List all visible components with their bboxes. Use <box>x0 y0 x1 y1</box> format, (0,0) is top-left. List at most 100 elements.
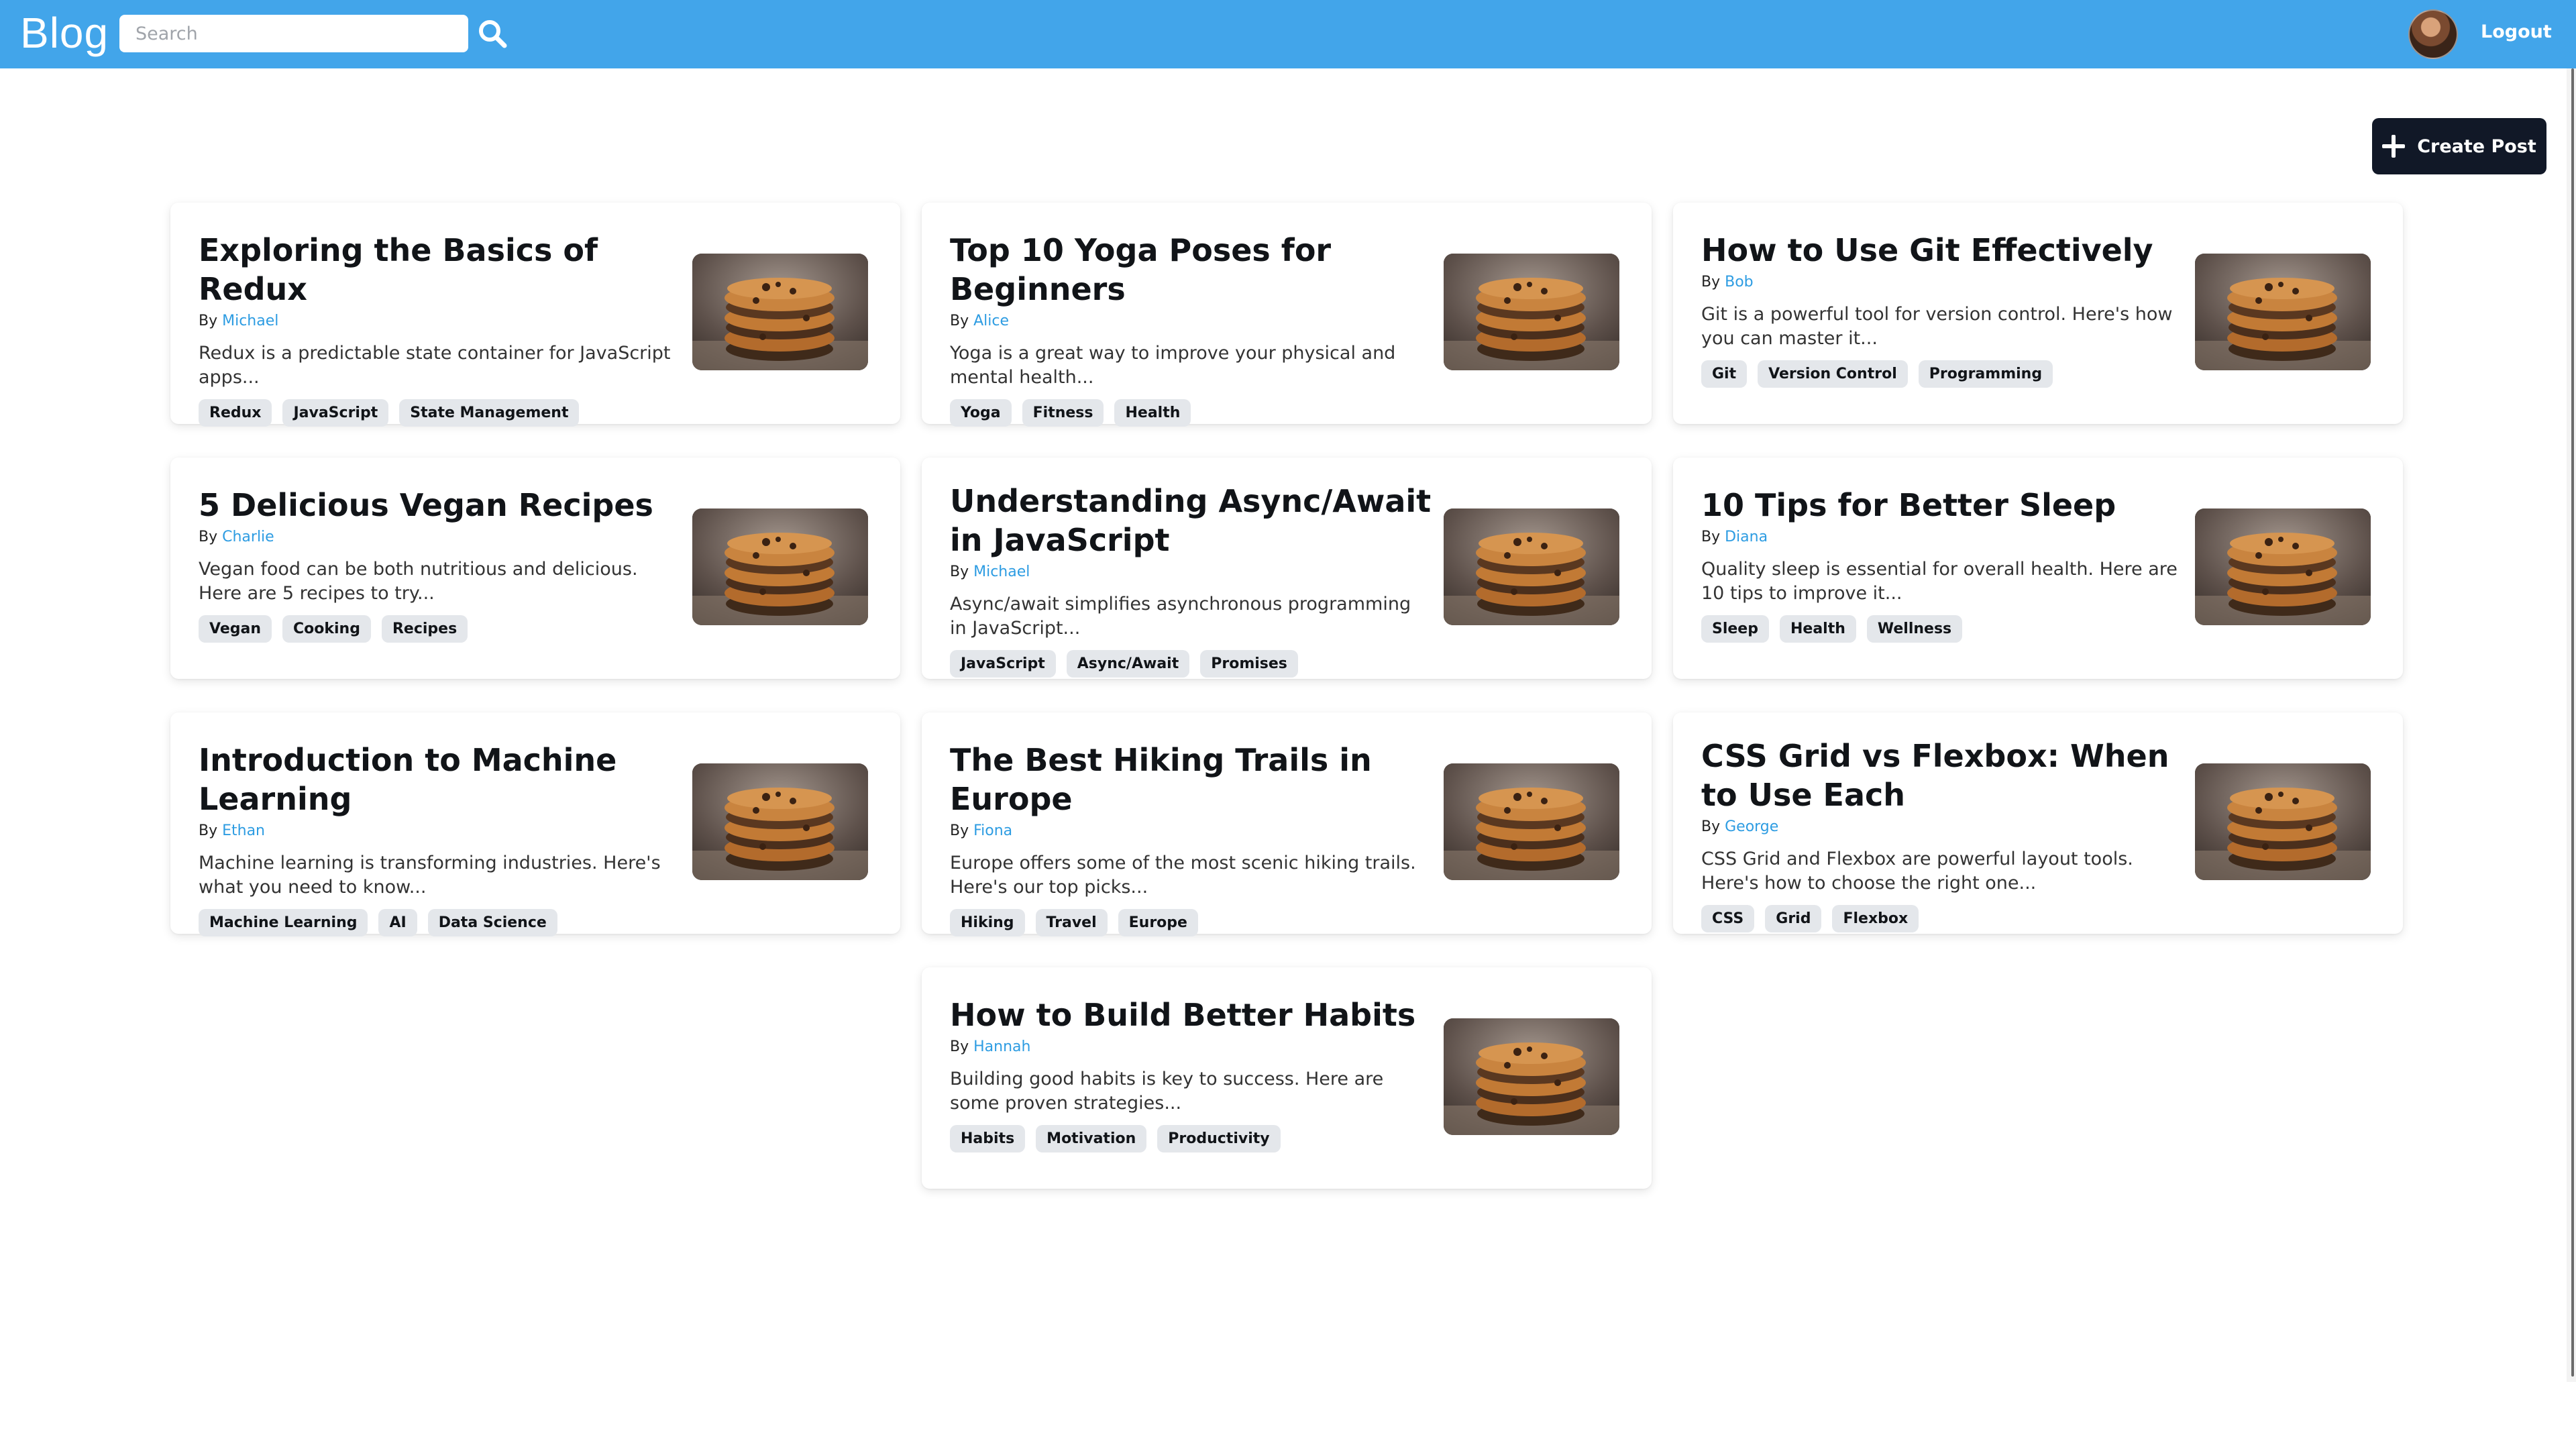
brand-logo[interactable]: Blog <box>20 8 109 58</box>
post-title[interactable]: The Best Hiking Trails in Europe <box>950 741 1433 818</box>
post-card[interactable]: Top 10 Yoga Poses for Beginners By Alice… <box>922 203 1652 427</box>
tag-chip[interactable]: Fitness <box>1022 399 1104 427</box>
tag-list: Machine Learning AI Data Science <box>199 909 682 936</box>
tag-list: Sleep Health Wellness <box>1701 615 2184 643</box>
tag-chip[interactable]: Hiking <box>950 909 1025 936</box>
post-thumbnail[interactable] <box>2195 763 2371 880</box>
post-excerpt: CSS Grid and Flexbox are powerful layout… <box>1701 849 2133 894</box>
tag-chip[interactable]: Version Control <box>1758 360 1908 388</box>
post-card[interactable]: 10 Tips for Better Sleep By Diana Qualit… <box>1673 458 2403 679</box>
tag-chip[interactable]: Flexbox <box>1832 905 1919 932</box>
tag-chip[interactable]: Promises <box>1200 650 1298 678</box>
post-title[interactable]: CSS Grid vs Flexbox: When to Use Each <box>1701 737 2184 814</box>
post-title[interactable]: Understanding Async/Await in JavaScript <box>950 482 1433 559</box>
post-byline: By Ethan <box>199 822 682 839</box>
post-excerpt: Europe offers some of the most scenic hi… <box>950 853 1416 898</box>
post-thumbnail[interactable] <box>1444 508 1619 625</box>
post-card-content: CSS Grid vs Flexbox: When to Use Each By… <box>1701 712 2184 934</box>
scrollbar-thumb[interactable] <box>2571 68 2574 1377</box>
post-title[interactable]: Top 10 Yoga Poses for Beginners <box>950 231 1433 309</box>
tag-chip[interactable]: Programming <box>1918 360 2053 388</box>
post-byline: By Charlie <box>199 529 682 545</box>
author-link[interactable]: George <box>1725 818 1778 835</box>
avatar[interactable] <box>2408 9 2458 59</box>
tag-chip[interactable]: JavaScript <box>282 399 389 427</box>
tag-list: Redux JavaScript State Management <box>199 399 682 427</box>
author-link[interactable]: Michael <box>973 564 1030 580</box>
tag-chip[interactable]: Europe <box>1118 909 1198 936</box>
by-label: By <box>1701 529 1725 545</box>
tag-chip[interactable]: Async/Await <box>1066 650 1190 678</box>
tag-chip[interactable]: Productivity <box>1157 1125 1281 1152</box>
post-excerpt: Yoga is a great way to improve your phys… <box>950 343 1396 388</box>
author-link[interactable]: Fiona <box>973 822 1012 839</box>
author-link[interactable]: Bob <box>1725 274 1754 290</box>
post-byline: By Fiona <box>950 822 1433 839</box>
tag-chip[interactable]: Redux <box>199 399 272 427</box>
author-link[interactable]: Hannah <box>973 1038 1030 1055</box>
tag-chip[interactable]: Wellness <box>1866 615 1963 643</box>
post-thumbnail[interactable] <box>1444 254 1619 370</box>
post-title[interactable]: 5 Delicious Vegan Recipes <box>199 486 682 525</box>
create-post-label: Create Post <box>2417 136 2536 157</box>
post-thumbnail[interactable] <box>2195 254 2371 370</box>
post-card[interactable]: The Best Hiking Trails in Europe By Fion… <box>922 712 1652 936</box>
post-card-content: Top 10 Yoga Poses for Beginners By Alice… <box>950 203 1433 427</box>
plus-icon <box>2382 135 2406 158</box>
post-thumbnail[interactable] <box>2195 508 2371 625</box>
post-title[interactable]: Introduction to Machine Learning <box>199 741 682 818</box>
post-card[interactable]: How to Build Better Habits By Hannah Bui… <box>922 967 1652 1189</box>
tag-chip[interactable]: Habits <box>950 1125 1026 1152</box>
post-thumbnail[interactable] <box>692 508 868 625</box>
author-link[interactable]: Ethan <box>222 822 265 839</box>
post-thumbnail[interactable] <box>1444 763 1619 880</box>
tag-chip[interactable]: Vegan <box>199 615 272 643</box>
post-title[interactable]: Exploring the Basics of Redux <box>199 231 682 309</box>
post-card[interactable]: Exploring the Basics of Redux By Michael… <box>170 203 900 427</box>
tag-chip[interactable]: CSS <box>1701 905 1755 932</box>
search-field[interactable] <box>119 15 468 52</box>
by-label: By <box>1701 818 1725 835</box>
post-thumbnail[interactable] <box>1444 1018 1619 1135</box>
post-byline: By Michael <box>199 313 682 329</box>
tag-chip[interactable]: Recipes <box>381 615 468 643</box>
tag-list: Yoga Fitness Health <box>950 399 1433 427</box>
post-card[interactable]: How to Use Git Effectively By Bob Git is… <box>1673 203 2403 424</box>
post-excerpt: Vegan food can be both nutritious and de… <box>199 559 638 604</box>
tag-chip[interactable]: AI <box>378 909 417 936</box>
post-byline: By Michael <box>950 564 1433 580</box>
author-link[interactable]: Charlie <box>222 529 274 545</box>
tag-chip[interactable]: Travel <box>1035 909 1108 936</box>
post-card[interactable]: 5 Delicious Vegan Recipes By Charlie Veg… <box>170 458 900 679</box>
tag-chip[interactable]: Grid <box>1765 905 1822 932</box>
post-title[interactable]: How to Use Git Effectively <box>1701 231 2184 270</box>
tag-chip[interactable]: Machine Learning <box>199 909 368 936</box>
tag-chip[interactable]: Sleep <box>1701 615 1769 643</box>
post-title[interactable]: How to Build Better Habits <box>950 996 1433 1034</box>
post-card[interactable]: Understanding Async/Await in JavaScript … <box>922 458 1652 679</box>
post-title[interactable]: 10 Tips for Better Sleep <box>1701 486 2184 525</box>
create-post-button[interactable]: Create Post <box>2372 118 2546 174</box>
tag-chip[interactable]: JavaScript <box>950 650 1056 678</box>
logout-button[interactable]: Logout <box>2481 21 2552 42</box>
by-label: By <box>199 822 223 839</box>
tag-chip[interactable]: Yoga <box>950 399 1012 427</box>
search-input[interactable] <box>134 15 468 52</box>
author-link[interactable]: Diana <box>1725 529 1768 545</box>
post-thumbnail[interactable] <box>692 254 868 370</box>
post-byline: By Diana <box>1701 529 2184 545</box>
tag-chip[interactable]: Git <box>1701 360 1748 388</box>
tag-chip[interactable]: Health <box>1114 399 1191 427</box>
tag-chip[interactable]: State Management <box>399 399 580 427</box>
post-card[interactable]: Introduction to Machine Learning By Etha… <box>170 712 900 936</box>
tag-chip[interactable]: Cooking <box>282 615 371 643</box>
tag-chip[interactable]: Motivation <box>1036 1125 1147 1152</box>
post-card[interactable]: CSS Grid vs Flexbox: When to Use Each By… <box>1673 712 2403 934</box>
tag-chip[interactable]: Data Science <box>427 909 557 936</box>
tag-chip[interactable]: Health <box>1779 615 1856 643</box>
author-link[interactable]: Alice <box>973 313 1009 329</box>
post-thumbnail[interactable] <box>692 763 868 880</box>
search-icon[interactable] <box>478 19 507 48</box>
top-navbar: Blog Logout <box>0 0 2576 68</box>
author-link[interactable]: Michael <box>222 313 278 329</box>
